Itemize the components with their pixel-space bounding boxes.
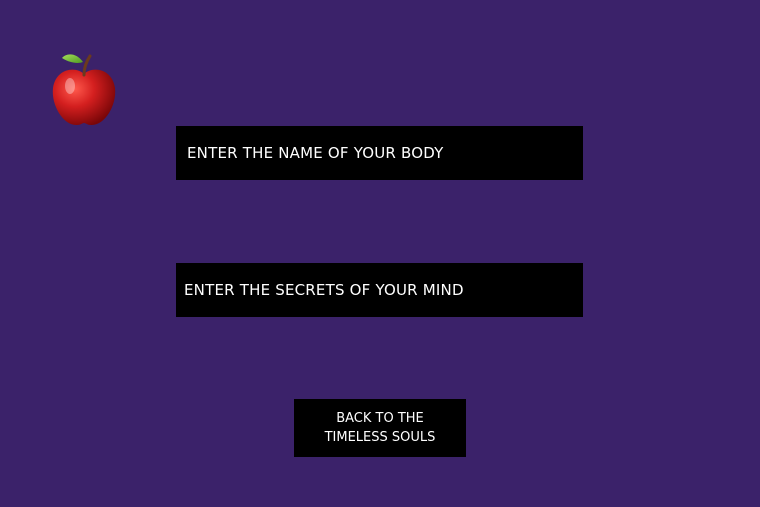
back-button-label-line2: TIMELESS SOULS bbox=[324, 430, 436, 445]
back-to-timeless-souls-button[interactable]: BACK TO THE TIMELESS SOULS bbox=[294, 399, 466, 457]
body-name-input[interactable] bbox=[176, 126, 583, 180]
back-button-label-line1: BACK TO THE bbox=[336, 411, 424, 426]
mind-secret-input[interactable] bbox=[176, 263, 583, 317]
apple-icon bbox=[52, 54, 116, 126]
